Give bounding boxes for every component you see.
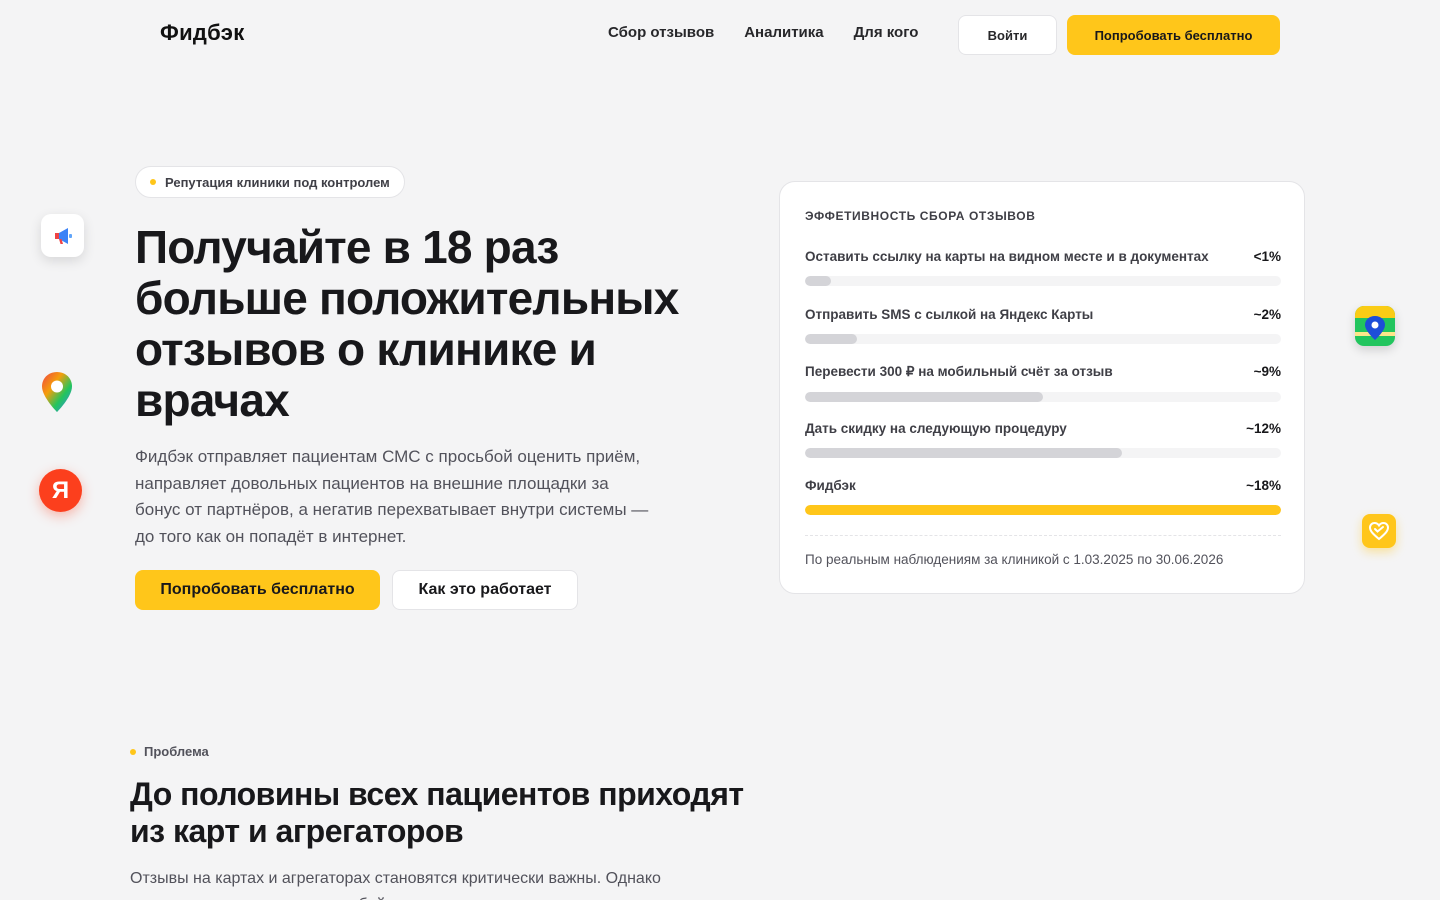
hero-badge-text: Репутация клиники под контролем: [165, 174, 390, 190]
map-pin-icon: [38, 370, 76, 414]
card-divider: [805, 535, 1281, 536]
login-button[interactable]: Войти: [958, 15, 1057, 55]
metric-track: [805, 448, 1281, 458]
metric-bar: [805, 334, 858, 344]
hero-badge: Репутация клиники под контролем: [135, 166, 405, 198]
metric-label: Фидбэк: [805, 478, 856, 493]
badge-dot: [150, 179, 156, 185]
problem-title: До половины всех пациентов приходят из к…: [130, 776, 744, 849]
metric-value: <1%: [1253, 249, 1281, 264]
card-title: ЭФФЕТИВНОСТЬ СБОРА ОТЗЫВОВ: [805, 209, 1036, 223]
megaphone-icon: [41, 214, 84, 257]
metric-row: Оставить ссылку на карты на видном месте…: [805, 249, 1281, 286]
metric-value: ~18%: [1246, 478, 1281, 493]
nav-link-audience[interactable]: Для кого: [854, 24, 919, 41]
metric-value: ~12%: [1246, 421, 1281, 436]
metric-track: [805, 334, 1281, 344]
card-footnote: По реальным наблюдениям за клиникой с 1.…: [805, 552, 1224, 567]
logo[interactable]: Фидбэк: [160, 20, 245, 46]
hero-description: Фидбэк отправляет пациентам СМС с просьб…: [135, 447, 649, 546]
metric-bar: [805, 392, 1043, 402]
metric-bar: [805, 505, 1281, 515]
yandex-icon: Я: [39, 469, 82, 512]
2gis-icon: [1355, 306, 1395, 346]
metric-track: [805, 505, 1281, 515]
metric-value: ~9%: [1253, 364, 1281, 379]
try-free-button[interactable]: Попробовать бесплатно: [135, 570, 380, 610]
site-header: Фидбэк Сбор отзывов Аналитика Для кого В…: [0, 0, 1440, 70]
metric-row: Отправить SMS с сылкой на Яндекс Карты ~…: [805, 307, 1281, 344]
problem-text: Отзывы на картах и агрегаторах становятс…: [130, 870, 699, 900]
nav-link-collection[interactable]: Сбор отзывов: [608, 24, 714, 41]
metric-row: Фидбэк ~18%: [805, 478, 1281, 515]
section-label: Проблема: [130, 744, 209, 759]
metric-row: Перевести 300 ₽ на мобильный счёт за отз…: [805, 364, 1281, 402]
metric-label: Перевести 300 ₽ на мобильный счёт за отз…: [805, 364, 1113, 379]
metric-value: ~2%: [1253, 307, 1281, 322]
metric-bar: [805, 448, 1123, 458]
section-label-text: Проблема: [144, 744, 209, 759]
metric-track: [805, 276, 1281, 286]
metric-label: Оставить ссылку на карты на видном месте…: [805, 249, 1209, 264]
metric-track: [805, 392, 1281, 402]
hero-title: Получайте в 18 раз больше положительных …: [135, 221, 679, 426]
metric-bar: [805, 276, 832, 286]
metric-label: Отправить SMS с сылкой на Яндекс Карты: [805, 307, 1094, 322]
nav-link-analytics[interactable]: Аналитика: [744, 24, 823, 41]
effectiveness-card: ЭФФЕТИВНОСТЬ СБОРА ОТЗЫВОВ Оставить ссыл…: [779, 181, 1305, 594]
metric-label: Дать скидку на следующую процедуру: [805, 421, 1067, 436]
heart-icon: [1362, 514, 1396, 548]
metric-row: Дать скидку на следующую процедуру ~12%: [805, 421, 1281, 458]
label-dot: [130, 748, 136, 755]
try-free-header-button[interactable]: Попробовать бесплатно: [1067, 15, 1280, 55]
main-nav: Сбор отзывов Аналитика Для кого: [608, 24, 918, 41]
how-it-works-button[interactable]: Как это работает: [392, 570, 578, 610]
